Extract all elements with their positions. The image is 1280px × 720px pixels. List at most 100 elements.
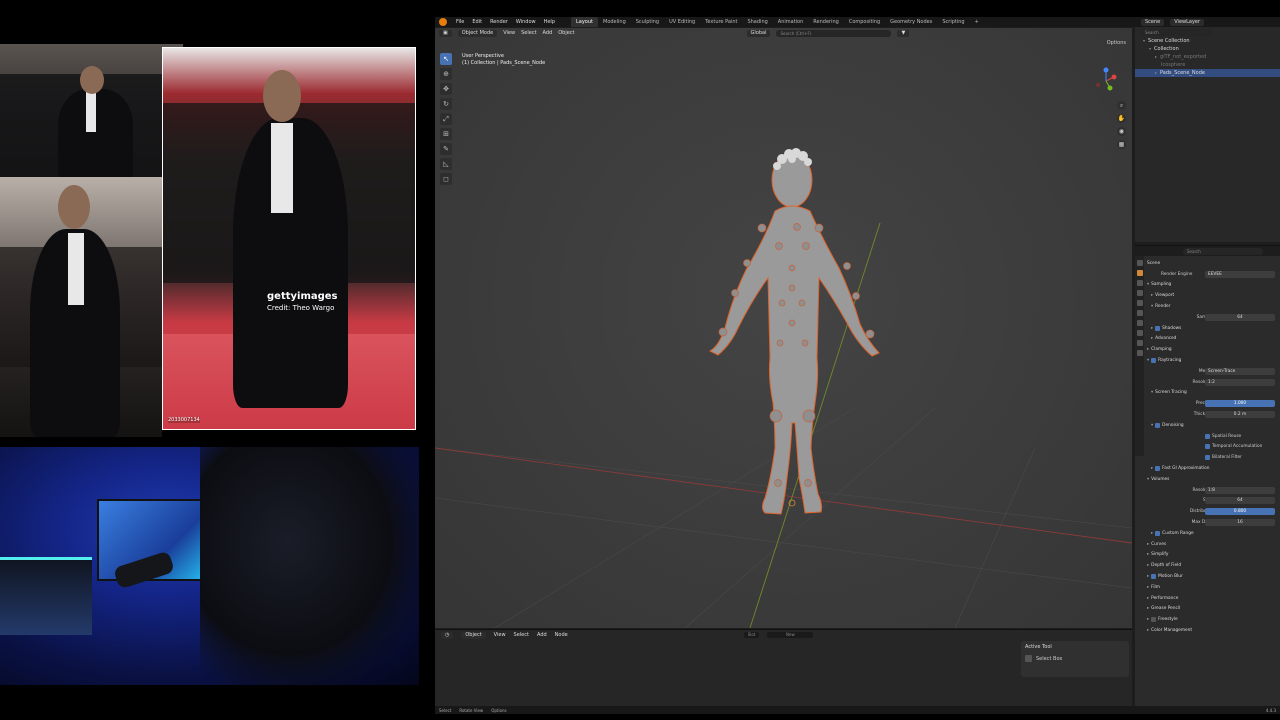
lower-menu-view[interactable]: View [494, 632, 506, 638]
menu-render[interactable]: Render [486, 17, 512, 27]
cursor-tool-icon[interactable]: ⊕ [440, 68, 452, 80]
scene-tab-icon[interactable] [1136, 300, 1143, 306]
output-tab-icon[interactable] [1136, 280, 1143, 286]
screen-tracing-section[interactable]: ▾ Screen Tracing [1147, 388, 1278, 399]
view-layer-selector[interactable]: ViewLayer [1170, 18, 1205, 26]
viewport-menu-view[interactable]: View [503, 30, 515, 36]
select-box-icon[interactable] [1025, 655, 1032, 662]
menu-help[interactable]: Help [540, 17, 559, 27]
filter-icon[interactable]: ▼ [897, 29, 910, 37]
custom-range-checkbox[interactable] [1155, 530, 1161, 536]
volumes-section[interactable]: ▾ Volumes [1147, 474, 1278, 485]
pan-hand-icon[interactable]: ✋ [1117, 114, 1126, 123]
grease-pencil-section[interactable]: ▸ Grease Pencil [1147, 604, 1278, 615]
object-tab-icon[interactable] [1136, 330, 1143, 336]
color-management-section[interactable]: ▸ Color Management [1147, 625, 1278, 636]
menu-file[interactable]: File [452, 17, 468, 27]
zoom-icon[interactable]: ⌕ [1117, 101, 1126, 110]
active-tool-name[interactable]: Select Box [1036, 656, 1062, 662]
steps-field[interactable]: 64 [1205, 497, 1275, 505]
tool-tab-icon[interactable] [1136, 260, 1143, 266]
volume-resolution-dropdown[interactable]: 1:8 [1205, 486, 1275, 494]
view-layer-tab-icon[interactable] [1136, 290, 1143, 296]
outliner-row-pads-scene-node[interactable]: ▸ Pads_Scene_Node [1135, 69, 1280, 77]
outliner-row-scene-collection[interactable]: ▾ Scene Collection [1135, 37, 1280, 45]
tab-uv-editing[interactable]: UV Editing [664, 17, 700, 27]
simplify-section[interactable]: ▸ Simplify [1147, 550, 1278, 561]
render-subsection[interactable]: ▾ Render [1147, 301, 1278, 312]
tab-texture-paint[interactable]: Texture Paint [700, 17, 742, 27]
tab-geometry-nodes[interactable]: Geometry Nodes [885, 17, 937, 27]
tab-scripting[interactable]: Scripting [937, 17, 969, 27]
blender-logo-icon[interactable] [439, 18, 447, 26]
menu-edit[interactable]: Edit [468, 17, 486, 27]
outliner-row-icosphere[interactable]: Icosphere [1135, 61, 1280, 69]
world-tab-icon[interactable] [1136, 310, 1143, 316]
fast-gi-checkbox[interactable] [1155, 466, 1161, 472]
add-workspace-button[interactable]: + [970, 17, 984, 27]
tab-compositing[interactable]: Compositing [844, 17, 885, 27]
distribution-slider[interactable]: 0.800 [1205, 508, 1275, 516]
tab-animation[interactable]: Animation [773, 17, 809, 27]
render-tab-icon[interactable] [1136, 270, 1143, 276]
outliner-panel[interactable]: Scene ViewLayer Search ▾ Scene Collection… [1135, 17, 1280, 242]
transform-orientation-dropdown[interactable]: Global [746, 29, 771, 37]
tab-shading[interactable]: Shading [742, 17, 772, 27]
spatial-reuse-checkbox[interactable] [1205, 433, 1210, 439]
method-dropdown[interactable]: Screen-Trace [1205, 367, 1275, 375]
editor-type-button[interactable]: ▣ [439, 29, 452, 37]
select-tool-icon[interactable]: ↖ [440, 53, 452, 65]
lower-editor[interactable]: ◷ Object View Select Add Node Slot New A… [435, 629, 1132, 706]
freestyle-section[interactable]: ▸ Freestyle [1147, 614, 1278, 625]
raytracing-checkbox[interactable] [1151, 358, 1157, 364]
viewport-menu-object[interactable]: Object [558, 30, 574, 36]
lower-menu-node[interactable]: Node [555, 632, 568, 638]
film-section[interactable]: ▸ Film [1147, 582, 1278, 593]
slot-field[interactable]: Slot [743, 632, 760, 638]
add-cube-tool-icon[interactable]: ◻ [440, 173, 452, 185]
motion-blur-checkbox[interactable] [1151, 574, 1157, 579]
3d-viewport[interactable]: ▣ Object Mode View Select Add Object Glo… [435, 28, 1132, 628]
curves-section[interactable]: ▸ Curves [1147, 539, 1278, 550]
bilateral-filter-checkbox[interactable] [1205, 455, 1210, 461]
lower-editor-mode-dropdown[interactable]: Object [461, 631, 486, 639]
tab-modeling[interactable]: Modeling [598, 17, 631, 27]
properties-search-input[interactable]: Search [1183, 247, 1263, 255]
max-depth-field[interactable]: 16 [1205, 519, 1275, 527]
shadows-checkbox[interactable] [1155, 325, 1161, 331]
sampling-section[interactable]: ▾ Sampling [1147, 280, 1278, 291]
tab-sculpting[interactable]: Sculpting [631, 17, 664, 27]
axis-gizmo[interactable] [1094, 66, 1118, 96]
grid-perspective-icon[interactable]: ▦ [1117, 140, 1126, 149]
advanced-section[interactable]: ▸ Advanced [1147, 334, 1278, 345]
raytracing-section[interactable]: ▾ Raytracing [1147, 355, 1278, 366]
lower-editor-type-button[interactable]: ◷ [441, 631, 454, 639]
lower-menu-add[interactable]: Add [537, 632, 547, 638]
thickness-field[interactable]: 0.2 m [1205, 411, 1275, 419]
freestyle-checkbox[interactable] [1151, 617, 1157, 623]
render-engine-dropdown[interactable]: EEVEE [1205, 270, 1275, 278]
temporal-accumulation-checkbox[interactable] [1205, 444, 1210, 450]
samples-field[interactable]: 64 [1205, 313, 1275, 321]
viewport-menu-select[interactable]: Select [521, 30, 536, 36]
depth-of-field-section[interactable]: ▸ Depth of Field [1147, 560, 1278, 571]
collection-tab-icon[interactable] [1136, 320, 1143, 326]
clamping-section[interactable]: ▸ Clamping [1147, 344, 1278, 355]
viewport-menu-add[interactable]: Add [543, 30, 553, 36]
annotate-tool-icon[interactable]: ✎ [440, 143, 452, 155]
options-dropdown[interactable]: Options [1107, 40, 1126, 46]
rotate-tool-icon[interactable]: ↻ [440, 98, 452, 110]
resolution-dropdown[interactable]: 1:2 [1205, 378, 1275, 386]
tab-rendering[interactable]: Rendering [808, 17, 844, 27]
outliner-row-collection[interactable]: ▾ Collection [1135, 45, 1280, 53]
transform-tool-icon[interactable]: ⊞ [440, 128, 452, 140]
custom-range-section[interactable]: ▸ Custom Range [1147, 528, 1278, 539]
menu-window[interactable]: Window [512, 17, 540, 27]
new-button[interactable]: New [767, 632, 814, 638]
physics-tab-icon[interactable] [1136, 350, 1143, 356]
measure-tool-icon[interactable]: ◺ [440, 158, 452, 170]
scale-tool-icon[interactable]: ⤢ [440, 113, 452, 125]
outliner-search-input[interactable]: Search [1141, 28, 1211, 36]
properties-panel[interactable]: Search Scene Render Engine EEVEE ▾ Sampli… [1135, 245, 1280, 706]
modifier-tab-icon[interactable] [1136, 340, 1143, 346]
